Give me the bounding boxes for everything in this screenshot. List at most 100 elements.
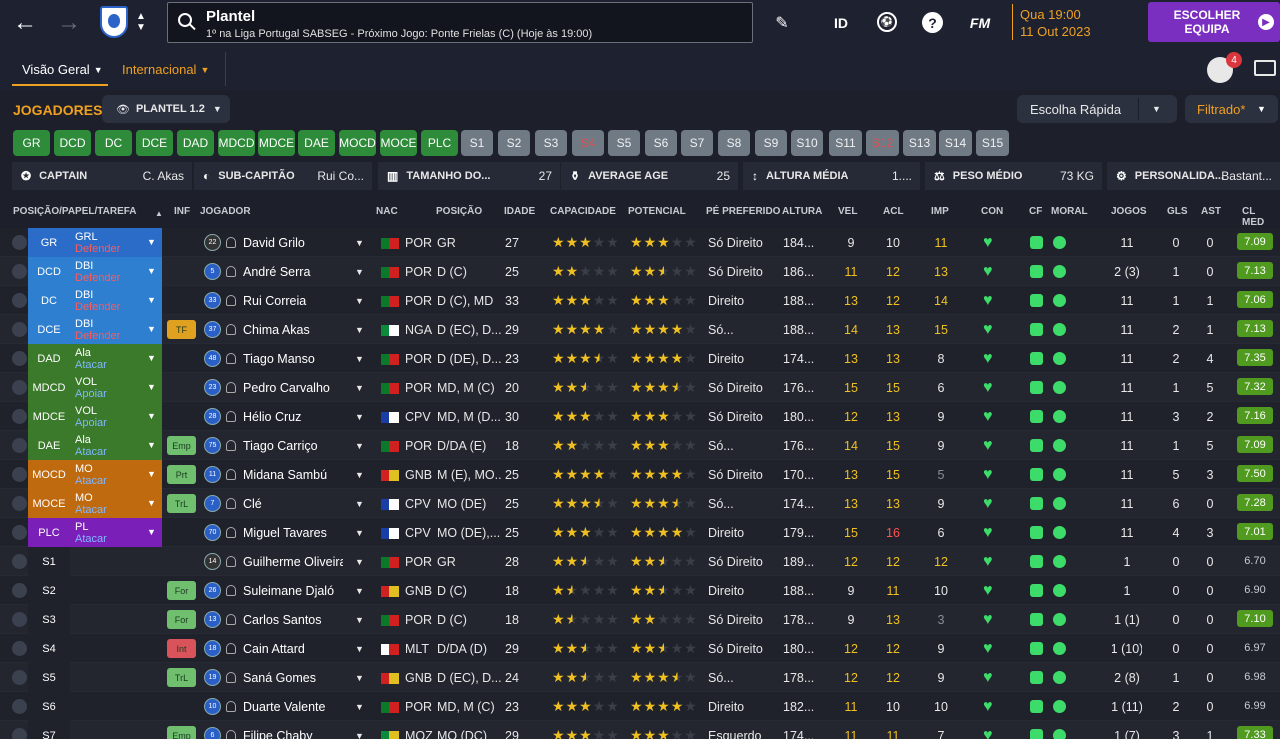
edit-pencil-icon[interactable]: ✎ xyxy=(770,12,794,34)
position-slot[interactable]: S6 xyxy=(28,692,70,721)
chevron-down-icon[interactable]: ▼ xyxy=(355,431,364,460)
position-button-moce[interactable]: MOCE xyxy=(380,130,417,156)
club-crest-icon[interactable] xyxy=(100,6,128,38)
id-button[interactable]: ID xyxy=(826,12,856,34)
position-slot[interactable]: MOCE xyxy=(28,489,70,518)
position-slot[interactable]: S1 xyxy=(28,547,70,576)
filter-button[interactable]: Filtrado* ▼ xyxy=(1185,95,1278,123)
position-button-s1[interactable]: S1 xyxy=(461,130,493,156)
position-button-s5[interactable]: S5 xyxy=(608,130,640,156)
position-button-s15[interactable]: S15 xyxy=(976,130,1009,156)
position-slot[interactable]: MDCE xyxy=(28,402,70,431)
forward-arrow-icon[interactable]: → xyxy=(54,9,84,36)
position-button-s3[interactable]: S3 xyxy=(535,130,567,156)
club-switch-arrows-icon[interactable]: ▲ ▼ xyxy=(134,8,148,36)
role-duty-selector[interactable]: MO Atacar ▼ xyxy=(70,489,162,518)
position-button-dcd[interactable]: DCD xyxy=(54,130,91,156)
position-button-s11[interactable]: S11 xyxy=(829,130,862,156)
chevron-down-icon[interactable]: ▼ xyxy=(355,286,364,315)
player-row[interactable]: S5 TrL 19 Saná Gomes ▼ GNB D (EC), D... 24 ★ ★ ★ ★ ★… xyxy=(0,663,1280,692)
chevron-down-icon[interactable]: ▼ xyxy=(355,402,364,431)
position-button-s10[interactable]: S10 xyxy=(791,130,823,156)
select-check-icon[interactable] xyxy=(12,351,27,366)
chevron-down-icon[interactable]: ▼ xyxy=(355,663,364,692)
choose-team-button[interactable]: ESCOLHER EQUIPA ▶ xyxy=(1148,2,1280,42)
player-row[interactable]: DAE Ala Atacar ▼ Emp 75 Tiago Carriço ▼ POR D/DA … xyxy=(0,431,1280,460)
player-name[interactable]: Miguel Tavares xyxy=(243,518,343,547)
select-check-icon[interactable] xyxy=(12,641,27,656)
chevron-down-icon[interactable]: ▼ xyxy=(355,576,364,605)
chevron-down-icon[interactable]: ▼ xyxy=(355,605,364,634)
position-button-gr[interactable]: GR xyxy=(13,130,50,156)
position-slot[interactable]: GR xyxy=(28,228,70,257)
position-slot[interactable]: S4 xyxy=(28,634,70,663)
player-name[interactable]: Tiago Carriço xyxy=(243,431,343,460)
player-name[interactable]: Pedro Carvalho xyxy=(243,373,343,402)
player-name[interactable]: Carlos Santos xyxy=(243,605,343,634)
player-name[interactable]: Saná Gomes xyxy=(243,663,343,692)
select-check-icon[interactable] xyxy=(12,438,27,453)
tab-overview[interactable]: Visão Geral ▼ xyxy=(22,62,103,77)
select-check-icon[interactable] xyxy=(12,467,27,482)
player-name[interactable]: David Grilo xyxy=(243,228,343,257)
player-row[interactable]: MDCE VOL Apoiar ▼ 28 Hélio Cruz ▼ CPV MD, M (D..… xyxy=(0,402,1280,431)
position-button-s4[interactable]: S4 xyxy=(572,130,604,156)
chevron-down-icon[interactable]: ▼ xyxy=(355,460,364,489)
player-row[interactable]: S7 Emp 6 Filipe Chaby ▼ MOZ MO (DC) 29 ★ ★ ★ ★ ★ ★ ★ ★ ★… xyxy=(0,721,1280,739)
position-slot[interactable]: S3 xyxy=(28,605,70,634)
select-check-icon[interactable] xyxy=(12,496,27,511)
role-duty-selector[interactable]: Ala Atacar ▼ xyxy=(70,431,162,460)
position-slot[interactable]: DAE xyxy=(28,431,70,460)
role-duty-selector[interactable]: PL Atacar ▼ xyxy=(70,518,162,547)
select-check-icon[interactable] xyxy=(12,670,27,685)
position-slot[interactable]: MOCD xyxy=(28,460,70,489)
position-slot[interactable]: DC xyxy=(28,286,70,315)
chevron-down-icon[interactable]: ▼ xyxy=(355,692,364,721)
screen-icon[interactable] xyxy=(1254,60,1276,76)
col-player[interactable]: JOGADOR xyxy=(200,206,251,222)
ball-icon[interactable]: ⚽ xyxy=(877,12,897,32)
position-button-dae[interactable]: DAE xyxy=(298,130,335,156)
fm-menu-button[interactable]: FM xyxy=(964,12,996,34)
position-button-dce[interactable]: DCE xyxy=(136,130,173,156)
select-check-icon[interactable] xyxy=(12,235,27,250)
chevron-down-icon[interactable]: ▼ xyxy=(355,634,364,663)
position-button-s12[interactable]: S12 xyxy=(866,130,899,156)
col-gls[interactable]: GLS xyxy=(1167,206,1188,222)
role-duty-selector[interactable]: DBI Defender ▼ xyxy=(70,315,162,344)
player-name[interactable]: Tiago Manso xyxy=(243,344,343,373)
col-position[interactable]: POSIÇÃO xyxy=(436,206,482,222)
role-duty-selector[interactable]: VOL Apoiar ▼ xyxy=(70,402,162,431)
position-button-s7[interactable]: S7 xyxy=(681,130,713,156)
match-time[interactable]: Qua 19:00 xyxy=(1020,7,1081,22)
col-nac[interactable]: NAC xyxy=(376,206,398,222)
position-button-mdcd[interactable]: MDCD xyxy=(218,130,255,156)
search-box[interactable]: Plantel 1º na Liga Portugal SABSEG - Pró… xyxy=(167,2,753,43)
player-row[interactable]: S1 14 Guilherme Oliveira ▼ POR GR 28 ★ ★ ★ ★ ★ ★ ★ ★ ★ ★… xyxy=(0,547,1280,576)
player-name[interactable]: Midana Sambú xyxy=(243,460,343,489)
player-row[interactable]: S2 For 26 Suleimane Djaló ▼ GNB D (C) 18 ★ ★ ★ ★ ★ ★ ★… xyxy=(0,576,1280,605)
select-check-icon[interactable] xyxy=(12,322,27,337)
player-name[interactable]: Duarte Valente xyxy=(243,692,343,721)
role-duty-selector[interactable]: DBI Defender ▼ xyxy=(70,257,162,286)
chevron-down-icon[interactable]: ▼ xyxy=(355,489,364,518)
player-row[interactable]: DCD DBI Defender ▼ 5 André Serra ▼ POR D (C) 25 ★ ★… xyxy=(0,257,1280,286)
plantel-view-selector[interactable]: 👁 PLANTEL 1.2 ▼ xyxy=(102,95,230,123)
position-button-mdce[interactable]: MDCE xyxy=(258,130,295,156)
player-row[interactable]: DCE DBI Defender ▼ TF 37 Chima Akas ▼ NGA D (EC),… xyxy=(0,315,1280,344)
player-row[interactable]: MOCE MO Atacar ▼ TrL 7 Clé ▼ CPV MO (DE) 25 ★ ★ ★ ★ ★ ★ ★… xyxy=(0,489,1280,518)
player-name[interactable]: Guilherme Oliveira xyxy=(243,547,343,576)
role-duty-selector[interactable]: DBI Defender ▼ xyxy=(70,286,162,315)
player-row[interactable]: MOCD MO Atacar ▼ Prt 11 Midana Sambú ▼ GNB M (E),… xyxy=(0,460,1280,489)
col-pot[interactable]: POTENCIAL xyxy=(628,206,686,222)
position-slot[interactable]: DAD xyxy=(28,344,70,373)
position-button-s6[interactable]: S6 xyxy=(645,130,677,156)
player-name[interactable]: Cain Attard xyxy=(243,634,343,663)
player-row[interactable]: MDCD VOL Apoiar ▼ 23 Pedro Carvalho ▼ POR MD, M … xyxy=(0,373,1280,402)
player-name[interactable]: Chima Akas xyxy=(243,315,343,344)
col-imp[interactable]: IMP xyxy=(931,206,949,222)
select-check-icon[interactable] xyxy=(12,583,27,598)
col-age[interactable]: IDADE xyxy=(504,206,535,222)
col-acl[interactable]: ACL xyxy=(883,206,904,222)
player-row[interactable]: S3 For 13 Carlos Santos ▼ POR D (C) 18 ★ ★ ★ ★ ★ ★ ★ ★ ★… xyxy=(0,605,1280,634)
